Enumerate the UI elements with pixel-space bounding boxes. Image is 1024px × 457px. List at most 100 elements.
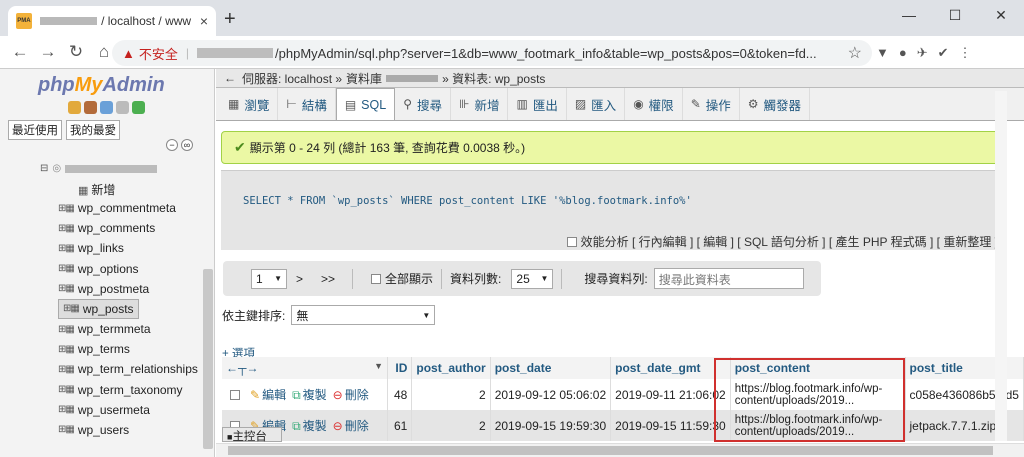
query-links-text[interactable]: 效能分析 [ 行內編輯 ] [ 編輯 ] [ SQL 語句分析 ] [ 產生 P… — [581, 235, 998, 249]
database-node[interactable]: ⊟ ◎ — [40, 163, 158, 174]
cell-id[interactable]: 61 — [387, 410, 413, 441]
extension-bulb-icon[interactable]: ● — [899, 45, 907, 61]
cell-date-gmt[interactable]: 2019-09-11 21:06:02 — [610, 379, 731, 410]
column-header[interactable]: post_author — [411, 357, 491, 379]
reload-nav-icon[interactable] — [132, 101, 145, 114]
tab-export[interactable]: ▥ 匯出 — [508, 88, 567, 120]
warning-icon[interactable]: ▲ — [122, 46, 135, 61]
close-window-button[interactable]: ✕ — [978, 0, 1024, 30]
exit-icon[interactable] — [84, 101, 97, 114]
table-expand-icon[interactable]: ⊞▦ — [58, 203, 75, 214]
sidebar-item-wp_term_taxonomy[interactable]: ⊞▦ wp_term_taxonomy — [58, 380, 203, 400]
column-header[interactable]: post_date — [490, 357, 612, 379]
table-expand-icon[interactable]: ⊞▦ — [58, 364, 75, 375]
sidebar-item-wp_terms[interactable]: ⊞▦ wp_terms — [58, 339, 203, 359]
edit-link[interactable]: ✎ 編輯 — [250, 388, 286, 402]
table-expand-icon[interactable]: ⊞▦ — [58, 384, 75, 395]
cell-date[interactable]: 2019-09-15 19:59:30 — [490, 410, 612, 441]
query-action-links[interactable]: 效能分析 [ 行內編輯 ] [ 編輯 ] [ SQL 語句分析 ] [ 產生 P… — [566, 233, 998, 250]
main-vertical-scrollbar[interactable] — [995, 91, 1007, 441]
link-icon[interactable]: ∞ — [181, 139, 193, 151]
security-label[interactable]: 不安全 — [139, 44, 178, 63]
column-arrows-icon[interactable]: ←┬→ — [226, 361, 259, 375]
tab-structure[interactable]: ⊢ 結構 — [278, 88, 336, 120]
tree-expander-icon[interactable]: ⊟ — [40, 163, 48, 174]
sidebar-item-wp_options[interactable]: ⊞▦ wp_options — [58, 259, 203, 279]
settings-icon[interactable] — [116, 101, 129, 114]
cell-id[interactable]: 48 — [387, 379, 413, 410]
sidebar-item-wp_commentmeta[interactable]: ⊞▦ wp_commentmeta — [58, 198, 203, 218]
menu-icon[interactable]: ⋮ — [959, 45, 972, 61]
minimize-button[interactable]: — — [886, 0, 932, 30]
next-page-button[interactable]: > — [296, 272, 303, 286]
dropdown-arrow-icon[interactable]: ▼ — [374, 361, 383, 371]
back-arrow-icon[interactable]: ← — [224, 71, 236, 85]
table-expand-icon[interactable]: ⊞▦ — [58, 424, 75, 435]
cell-date-gmt[interactable]: 2019-09-15 11:59:30 — [610, 410, 731, 441]
table-expand-icon[interactable]: ⊞▦ — [58, 223, 75, 234]
table-expand-icon[interactable]: ⊞▦ — [58, 344, 75, 355]
cell-author[interactable]: 2 — [411, 410, 491, 441]
column-header[interactable]: post_date_gmt — [610, 357, 731, 379]
show-all-label[interactable]: 全部顯示 — [385, 270, 433, 287]
sidebar-item-wp_term_relationships[interactable]: ⊞▦ wp_term_relationships — [58, 359, 203, 379]
table-expand-icon[interactable]: ⊞▦ — [58, 283, 75, 294]
table-expand-icon[interactable]: ⊞▦ — [58, 324, 75, 335]
new-table-item[interactable]: ▦ 新增 — [78, 181, 115, 198]
tab-insert[interactable]: ⊪ 新增 — [451, 88, 509, 120]
breadcrumb-table[interactable]: » 資料表: wp_posts — [442, 70, 545, 87]
scroll-thumb[interactable] — [228, 446, 993, 455]
last-page-button[interactable]: >> — [321, 272, 335, 286]
tab-operations[interactable]: ✎ 操作 — [683, 88, 740, 120]
collapse-all-icon[interactable]: − — [166, 139, 178, 151]
sidebar-scrollbar[interactable] — [203, 269, 213, 449]
url-text[interactable]: /phpMyAdmin/sql.php?server=1&db=www_foot… — [275, 46, 817, 61]
tab-search[interactable]: ⚲ 搜尋 — [395, 88, 451, 120]
table-expand-icon[interactable]: ⊞▦ — [58, 263, 75, 274]
search-rows-input[interactable]: 搜尋此資料表 — [653, 268, 804, 289]
table-expand-icon[interactable]: ⊞▦ — [63, 303, 80, 314]
back-icon[interactable]: ← — [6, 42, 34, 62]
row-checkbox[interactable] — [230, 390, 240, 400]
bookmark-star-icon[interactable]: ☆ — [848, 43, 862, 63]
sort-select[interactable]: 無 ▼ — [291, 305, 436, 325]
breadcrumb-database[interactable]: 資料庫 — [346, 70, 382, 87]
sidebar-item-wp_postmeta[interactable]: ⊞▦ wp_postmeta — [58, 279, 203, 299]
tab-triggers[interactable]: ⚙ 觸發器 — [740, 88, 811, 120]
page-select[interactable]: 1 ▼ — [251, 268, 287, 289]
sidebar-item-wp_termmeta[interactable]: ⊞▦ wp_termmeta — [58, 319, 203, 339]
sidebar-item-wp_comments[interactable]: ⊞▦ wp_comments — [58, 218, 203, 238]
delete-link[interactable]: ⊖ 刪除 — [333, 419, 369, 433]
main-horizontal-scrollbar[interactable] — [216, 443, 1024, 457]
console-tab[interactable]: ■主控台 — [222, 427, 282, 443]
profiling-checkbox[interactable] — [566, 237, 577, 247]
show-all-checkbox[interactable] — [371, 273, 382, 284]
extension-v-icon[interactable]: ▼ — [876, 45, 889, 61]
rows-select[interactable]: 25 ▼ — [511, 268, 554, 289]
tab-sql[interactable]: ▤ SQL — [335, 88, 396, 120]
docs-icon[interactable] — [100, 101, 113, 114]
forward-icon[interactable]: → — [34, 42, 62, 62]
sidebar-item-wp_usermeta[interactable]: ⊞▦ wp_usermeta — [58, 400, 203, 420]
reload-icon[interactable]: ↻ — [62, 42, 90, 62]
column-header[interactable]: ID — [387, 357, 413, 379]
tab-privileges[interactable]: ◉ 權限 — [625, 88, 683, 120]
tab-browse[interactable]: ▦ 瀏覽 — [220, 88, 279, 120]
recent-tab[interactable]: 最近使用 — [8, 120, 62, 140]
extension-check-icon[interactable]: ✔ — [938, 45, 949, 61]
sidebar-item-wp_posts[interactable]: ⊞▦ wp_posts — [58, 298, 139, 319]
sidebar-item-wp_links[interactable]: ⊞▦ wp_links — [58, 238, 203, 258]
cell-author[interactable]: 2 — [411, 379, 491, 410]
browser-tab[interactable]: PMA / localhost / www × — [8, 6, 216, 36]
sidebar-item-wp_users[interactable]: ⊞▦ wp_users — [58, 420, 203, 440]
phpmyadmin-logo[interactable]: phpMyAdmin — [38, 74, 165, 97]
tab-import[interactable]: ▨ 匯入 — [567, 88, 626, 120]
breadcrumb-server[interactable]: 伺服器: localhost » — [242, 70, 342, 87]
home-icon[interactable] — [68, 101, 81, 114]
copy-link[interactable]: ⧉ 複製 — [292, 419, 327, 433]
column-controls[interactable]: ←┬→ ▼ — [222, 357, 389, 379]
favorites-tab[interactable]: 我的最愛 — [66, 120, 120, 140]
sql-query-text[interactable]: SELECT * FROM `wp_posts` WHERE post_cont… — [243, 195, 692, 207]
close-tab-icon[interactable]: × — [200, 13, 208, 29]
delete-link[interactable]: ⊖ 刪除 — [333, 388, 369, 402]
